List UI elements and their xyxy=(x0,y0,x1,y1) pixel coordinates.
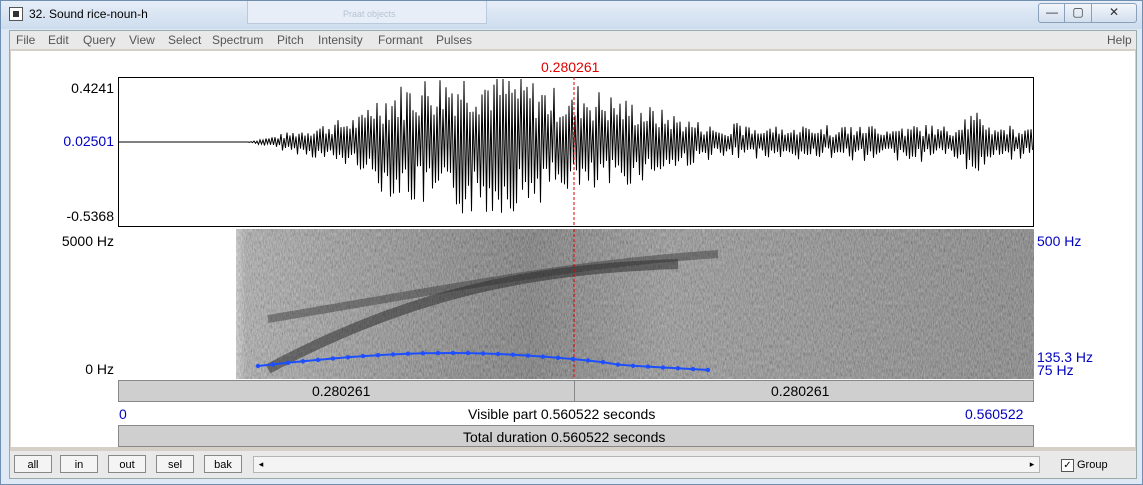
scroll-right-arrow-icon[interactable]: ▸ xyxy=(1025,457,1039,472)
spectrogram-silence xyxy=(118,229,236,379)
waveform-min-label: -0.5368 xyxy=(66,208,114,224)
pitch-point xyxy=(345,355,351,360)
scroll-left-arrow-icon[interactable]: ◂ xyxy=(254,457,268,472)
pitch-point xyxy=(330,356,336,361)
pitch-point xyxy=(315,357,321,363)
menu-bar: File Edit Query View Select Spectrum Pit… xyxy=(10,31,1136,49)
zoom-back-button[interactable]: bak xyxy=(204,455,242,473)
zoom-selection-button[interactable]: sel xyxy=(156,455,194,473)
pitch-point xyxy=(390,352,396,357)
waveform-zero-label: 0.02501 xyxy=(63,133,114,149)
menu-select[interactable]: Select xyxy=(168,33,201,47)
pitch-point xyxy=(585,358,591,363)
menu-help[interactable]: Help xyxy=(1107,33,1132,47)
spectrogram-bottom-label: 0 Hz xyxy=(85,361,114,377)
pitch-point xyxy=(630,363,636,368)
menu-pulses[interactable]: Pulses xyxy=(436,33,472,47)
minimize-button[interactable]: — xyxy=(1038,3,1066,23)
selection-right-duration: 0.280261 xyxy=(771,383,830,399)
pitch-point xyxy=(540,354,546,359)
pitch-point xyxy=(615,362,621,367)
zoom-all-button[interactable]: all xyxy=(14,455,52,473)
pitch-point xyxy=(570,356,576,362)
total-duration-bar[interactable]: Total duration 0.560522 seconds xyxy=(118,425,1034,447)
window-title: 32. Sound rice-noun-h xyxy=(29,7,148,21)
pitch-bottom-label: 75 Hz xyxy=(1037,362,1074,378)
selection-left-duration: 0.280261 xyxy=(312,383,371,399)
maximize-button[interactable]: ▢ xyxy=(1064,3,1092,23)
pitch-point xyxy=(255,363,261,369)
menu-edit[interactable]: Edit xyxy=(48,33,69,47)
visible-part-bar[interactable]: Visible part 0.560522 seconds xyxy=(118,403,1034,425)
total-duration-label: Total duration 0.560522 seconds xyxy=(463,429,666,445)
pitch-point xyxy=(465,350,471,356)
editor-client: File Edit Query View Select Spectrum Pit… xyxy=(9,30,1137,479)
selection-divider xyxy=(574,381,575,401)
selection-bar[interactable]: 0.280261 0.280261 xyxy=(118,380,1034,402)
cursor-time-label: 0.280261 xyxy=(541,59,600,75)
pitch-point xyxy=(285,360,291,365)
bottom-toolbar: all in out sel bak ◂ ▸ ✓ Group xyxy=(10,451,1136,478)
menu-spectrum[interactable]: Spectrum xyxy=(212,33,263,47)
horizontal-scrollbar[interactable]: ◂ ▸ xyxy=(253,456,1040,473)
praat-sound-window: 32. Sound rice-noun-h Praat objects — ▢ … xyxy=(0,0,1143,485)
pitch-point xyxy=(705,367,711,373)
title-bar[interactable]: 32. Sound rice-noun-h Praat objects — ▢ … xyxy=(1,1,1142,29)
pitch-top-label: 500 Hz xyxy=(1037,233,1082,249)
background-window-tab[interactable]: Praat objects xyxy=(247,1,487,24)
pitch-point xyxy=(360,353,366,359)
menu-view[interactable]: View xyxy=(129,33,155,47)
pitch-point xyxy=(270,362,276,367)
menu-file[interactable]: File xyxy=(16,33,35,47)
waveform-max-label: 0.4241 xyxy=(71,80,114,96)
pitch-point xyxy=(420,351,426,356)
menu-intensity[interactable]: Intensity xyxy=(318,33,363,47)
spectrogram-top-label: 5000 Hz xyxy=(61,233,114,249)
group-checkbox[interactable]: ✓ xyxy=(1061,459,1074,472)
pitch-point xyxy=(480,351,486,356)
pitch-point xyxy=(645,364,651,369)
pitch-point xyxy=(525,353,531,358)
spectrogram-plot[interactable] xyxy=(118,229,1034,379)
pitch-point xyxy=(675,366,681,371)
pitch-point xyxy=(435,350,441,356)
close-button[interactable]: ✕ xyxy=(1091,3,1137,23)
group-label: Group xyxy=(1077,459,1108,471)
menu-pitch[interactable]: Pitch xyxy=(277,33,304,47)
pitch-point xyxy=(300,359,306,364)
window-icon xyxy=(9,7,23,21)
pitch-point xyxy=(405,351,411,356)
pitch-point xyxy=(555,355,561,360)
pitch-point xyxy=(450,350,456,356)
pitch-point xyxy=(510,352,516,357)
visible-part-label: Visible part 0.560522 seconds xyxy=(468,406,656,422)
background-window-title: Praat objects xyxy=(343,9,396,19)
pitch-point xyxy=(660,365,666,370)
signal-area[interactable]: 0.280261 0.4241 0.02501 -0.5368 5000 Hz … xyxy=(11,51,1135,447)
zoom-in-button[interactable]: in xyxy=(60,455,98,473)
pitch-point xyxy=(495,351,501,357)
pitch-point xyxy=(600,360,606,365)
pitch-point xyxy=(375,353,381,358)
zoom-out-button[interactable]: out xyxy=(108,455,146,473)
menu-query[interactable]: Query xyxy=(83,33,116,47)
pitch-point xyxy=(690,366,696,372)
waveform-plot[interactable] xyxy=(118,77,1034,228)
menu-formant[interactable]: Formant xyxy=(378,33,423,47)
